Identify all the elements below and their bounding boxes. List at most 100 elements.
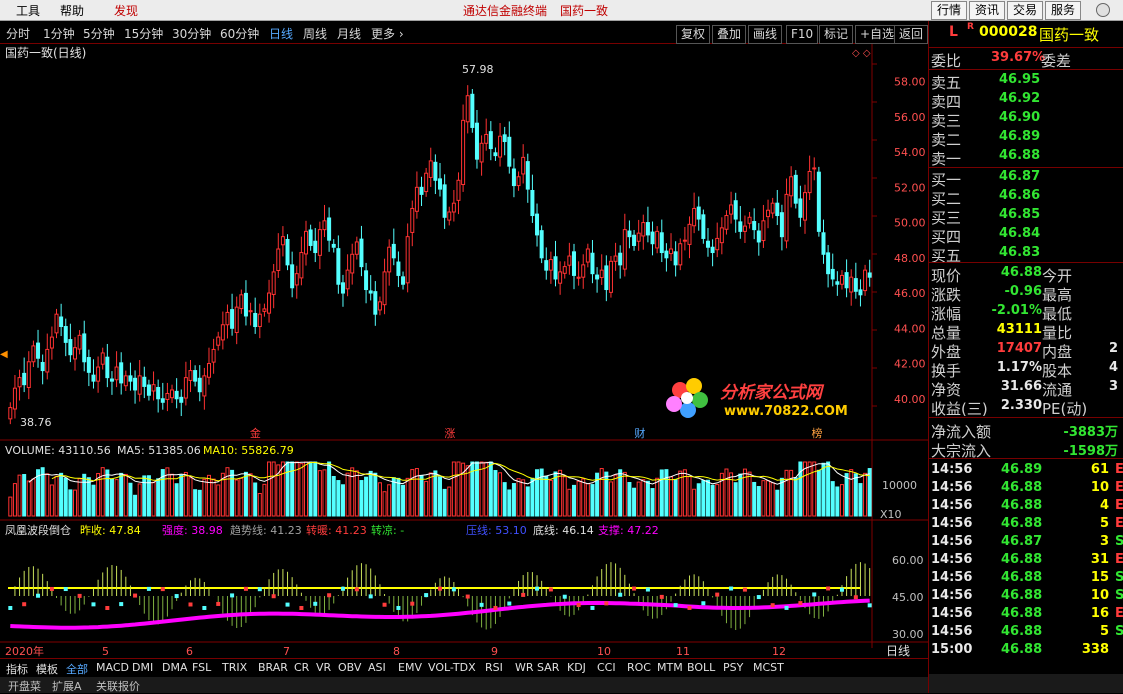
low-label: 38.76 [20, 416, 52, 429]
candle [193, 365, 198, 387]
news-button[interactable]: 资讯 [969, 1, 1006, 20]
volume-bar [327, 461, 332, 517]
event-marker[interactable]: 财 [634, 426, 645, 440]
candle [119, 352, 124, 395]
volume-bar [705, 479, 710, 517]
volume-bar [142, 475, 147, 517]
period-tab[interactable]: 分时 [6, 25, 30, 42]
add-watchlist-button[interactable]: +自选 [855, 25, 900, 44]
indicator-dot [632, 586, 637, 591]
indicator-tab[interactable]: PSY [723, 661, 743, 674]
indicator-tab[interactable]: TRIX [222, 661, 247, 674]
volume-bar [525, 486, 530, 517]
bottom-tab[interactable]: 关联报价 [96, 678, 140, 694]
quote-button[interactable]: 行情 [931, 1, 968, 20]
indicator-tab[interactable]: 模板 [36, 661, 58, 677]
period-tab[interactable]: 15分钟 [124, 25, 163, 42]
menu-help[interactable]: 帮助 [60, 2, 84, 19]
period-tab[interactable]: 5分钟 [83, 25, 115, 42]
candle [756, 223, 761, 256]
period-tab[interactable]: 月线 [337, 25, 361, 42]
indicator-tab[interactable]: CCI [597, 661, 616, 674]
volume-bar [63, 477, 68, 517]
price-tick: 58.00 [894, 76, 926, 89]
orderbook-price: 46.83 [999, 245, 1041, 260]
side-toggle-icon[interactable]: ◀ [0, 349, 8, 360]
indicator-tab[interactable]: KDJ [567, 661, 586, 674]
indicator-tab[interactable]: 全部 [66, 661, 88, 677]
mark-button[interactable]: 标记 [819, 25, 854, 44]
candle [313, 228, 318, 263]
indicator-tab[interactable]: MTM [657, 661, 683, 674]
event-marker[interactable]: 涨 [444, 427, 455, 440]
indicator-tab[interactable]: MACD [96, 661, 129, 674]
orderbook-row: 卖二 46.89 [929, 129, 1123, 149]
stat-row: 外盘 17407 内盘 2 [929, 341, 1123, 361]
period-tab[interactable]: 30分钟 [172, 25, 211, 42]
candle [548, 251, 553, 284]
indicator-tab[interactable]: SAR [537, 661, 559, 674]
indicator-tab[interactable]: VR [316, 661, 331, 674]
diamond-icon: ◇ ◇ [852, 48, 871, 59]
bottom-tab[interactable]: 开盘菜 [8, 678, 41, 694]
candle [571, 243, 576, 290]
candle [507, 121, 512, 174]
service-button[interactable]: 服务 [1045, 1, 1082, 20]
event-marker[interactable]: 金 [250, 426, 261, 440]
volume-bar [502, 482, 507, 517]
candle [687, 216, 692, 259]
candle [8, 402, 13, 425]
indicator-tab[interactable]: EMV [398, 661, 422, 674]
candle [271, 263, 276, 309]
candle [294, 265, 299, 299]
indicator-tab[interactable]: BOLL [687, 661, 715, 674]
indicator-tab[interactable]: ROC [627, 661, 651, 674]
indicator-tab[interactable]: RSI [485, 661, 503, 674]
period-tab-more[interactable]: 更多 › [371, 25, 404, 42]
indicator-cold: 转凉: - [371, 523, 404, 537]
volume-bar [507, 489, 512, 517]
user-icon[interactable] [1096, 3, 1110, 17]
bottom-tab[interactable]: 扩展A [52, 678, 82, 694]
stat-row: 现价 46.88 今开 [929, 265, 1123, 285]
x-axis-label: 6 [186, 645, 193, 658]
candle [290, 251, 295, 298]
ind-tick: 45.00 [892, 591, 924, 604]
volume-bar [535, 469, 540, 517]
volume-bar [308, 461, 313, 517]
period-tab-daily[interactable]: 日线 [269, 25, 293, 42]
candle [133, 370, 138, 404]
candle [692, 192, 697, 234]
indicator-dot [479, 602, 484, 607]
tick-price: 46.88 [1001, 642, 1043, 657]
indicator-tab[interactable]: OBV [338, 661, 361, 674]
kline-chart[interactable]: 国药一致(日线) 57.98 38.76 58.00 56.00 54.00 52.0… [0, 44, 928, 658]
candle [669, 233, 674, 261]
f10-button[interactable]: F10 [786, 25, 819, 44]
indicator-tab[interactable]: BRAR [258, 661, 288, 674]
adjust-button[interactable]: 复权 [676, 25, 711, 44]
tick-volume: 5 [1099, 516, 1109, 531]
indicator-tab[interactable]: DMA [162, 661, 188, 674]
draw-button[interactable]: 画线 [748, 25, 783, 44]
indicator-tab[interactable]: VOL-TDX [428, 661, 476, 674]
volume-bar [858, 483, 863, 517]
overlay-button[interactable]: 叠加 [712, 25, 747, 44]
menu-discover[interactable]: 发现 [114, 2, 138, 19]
flow-value: -3883万 [1063, 425, 1118, 440]
period-tab[interactable]: 1分钟 [43, 25, 75, 42]
period-tab[interactable]: 周线 [303, 25, 327, 42]
indicator-tab[interactable]: ASI [368, 661, 386, 674]
back-button[interactable]: 返回 [894, 25, 928, 44]
indicator-tab[interactable]: MCST [753, 661, 784, 674]
indicator-tab[interactable]: FSL [192, 661, 211, 674]
period-tab[interactable]: 60分钟 [220, 25, 259, 42]
event-marker[interactable]: 榜 [812, 426, 823, 440]
indicator-tab[interactable]: CR [294, 661, 309, 674]
indicator-tab[interactable]: DMI [132, 661, 153, 674]
trade-button[interactable]: 交易 [1007, 1, 1044, 20]
indicator-tab[interactable]: WR [515, 661, 534, 674]
indicator-tab[interactable]: 指标 [6, 661, 28, 677]
menu-tools[interactable]: 工具 [16, 2, 40, 19]
weibi-label: 委比 [931, 52, 962, 70]
